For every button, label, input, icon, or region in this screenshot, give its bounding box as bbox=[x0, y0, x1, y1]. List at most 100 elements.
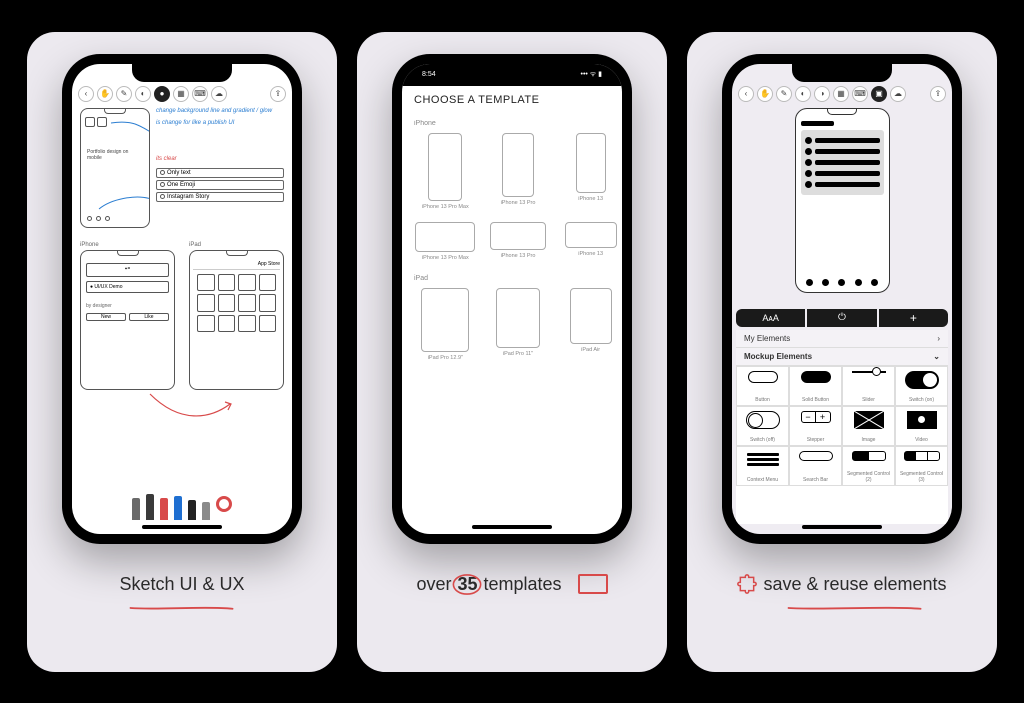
title-row: ● UI/UX Demo bbox=[86, 281, 169, 293]
elements-tool-selected[interactable]: ▣ bbox=[871, 86, 887, 102]
handwritten-note: its clear bbox=[156, 156, 284, 162]
color-picker[interactable] bbox=[216, 496, 232, 512]
device-label: iPad bbox=[189, 242, 284, 248]
tab-text[interactable]: AᴀA bbox=[736, 309, 805, 327]
pen-tool[interactable]: ✎ bbox=[116, 86, 132, 102]
element-switch-off[interactable]: Switch (off) bbox=[736, 406, 789, 446]
home-indicator bbox=[802, 525, 882, 529]
element-solid-button[interactable]: Solid Button bbox=[789, 366, 842, 406]
share-icon bbox=[105, 216, 110, 221]
app-header: App Store bbox=[193, 261, 280, 270]
pen-tool-black[interactable] bbox=[188, 500, 196, 520]
share-button[interactable]: ⇪ bbox=[930, 86, 946, 102]
card-title: Portfolio design on mobile bbox=[87, 149, 143, 161]
template-item[interactable]: iPhone 13 bbox=[559, 133, 622, 210]
element-button[interactable]: Button bbox=[736, 366, 789, 406]
element-segmented-3[interactable]: Segmented Control (3) bbox=[895, 446, 948, 486]
pen-tool-blue[interactable] bbox=[174, 496, 182, 520]
template-item[interactable]: iPhone 13 bbox=[559, 222, 622, 261]
phone-screen: ‹ ✋ ✎ ◐ ◑ ▦ ⌨ ▣ ☁ ⇪ bbox=[732, 64, 952, 534]
app-icon-grid bbox=[193, 270, 280, 337]
cloud-tool[interactable]: ☁ bbox=[890, 86, 906, 102]
page-title: CHOOSE A TEMPLATE bbox=[414, 94, 539, 106]
text-tool[interactable]: ⌨ bbox=[852, 86, 868, 102]
editor-toolbar: ‹ ✋ ✎ ◐ ◑ ▦ ⌨ ▣ ☁ ⇪ bbox=[738, 84, 946, 104]
element-segmented-2[interactable]: Segmented Control (2) bbox=[842, 446, 895, 486]
template-item[interactable]: iPhone 13 Pro Max bbox=[414, 133, 477, 210]
caption-text: Sketch UI & UX bbox=[119, 574, 244, 595]
grid-tool[interactable]: ▦ bbox=[173, 86, 189, 102]
by-line: by designer bbox=[86, 303, 169, 309]
template-item[interactable]: iPad Pro 12.9" bbox=[414, 288, 477, 361]
element-image[interactable]: Image bbox=[842, 406, 895, 446]
element-switch-on[interactable]: Switch (on) bbox=[895, 366, 948, 406]
pen-tray[interactable] bbox=[80, 488, 284, 520]
mockup-preview bbox=[795, 108, 890, 293]
template-item[interactable]: iPhone 13 Pro bbox=[487, 133, 550, 210]
element-context-menu[interactable]: Context Menu bbox=[736, 446, 789, 486]
canvas-preview[interactable] bbox=[742, 108, 942, 303]
chevron-down-icon: ⌄ bbox=[933, 352, 940, 361]
avatar-icon bbox=[97, 117, 107, 127]
shape-tool[interactable]: ◐ bbox=[795, 86, 811, 102]
eraser-tool[interactable] bbox=[202, 502, 210, 520]
phone-screen: 8:54 ••• ᯤ ▮ CHOOSE A TEMPLATE iPhone iP… bbox=[402, 64, 622, 534]
home-indicator bbox=[142, 525, 222, 529]
shape-tool[interactable]: ◐ bbox=[135, 86, 151, 102]
red-underline bbox=[763, 595, 946, 601]
tab-add[interactable]: + bbox=[879, 309, 948, 327]
list-item: One Emoji bbox=[156, 180, 284, 190]
red-arrow bbox=[80, 384, 284, 444]
text-tool[interactable]: ⌨ bbox=[192, 86, 208, 102]
panel-my-elements[interactable]: My Elements› bbox=[736, 330, 948, 348]
grid-tool[interactable]: ▦ bbox=[833, 86, 849, 102]
phone-frame: ‹ ✋ ✎ ◐ ● ▦ ⌨ ☁ ⇪ Portfolio desi bbox=[62, 54, 302, 544]
pen-tool-gray[interactable] bbox=[132, 498, 140, 520]
list-item: Only text bbox=[156, 168, 284, 178]
hand-tool[interactable]: ✋ bbox=[757, 86, 773, 102]
sketch-canvas[interactable]: Portfolio design on mobile change backg bbox=[80, 108, 284, 484]
phone-frame: 8:54 ••• ᯤ ▮ CHOOSE A TEMPLATE iPhone iP… bbox=[392, 54, 632, 544]
element-stepper[interactable]: −+Stepper bbox=[789, 406, 842, 446]
template-item[interactable]: iPhone 13 Pro Max bbox=[414, 222, 477, 261]
panel-mockup-elements[interactable]: Mockup Elements⌄ bbox=[736, 348, 948, 366]
chevron-right-icon: › bbox=[937, 334, 940, 343]
quote-block: ❝❞ bbox=[86, 263, 169, 277]
tab-export[interactable]: ⏻ bbox=[807, 309, 876, 327]
red-square-annotation bbox=[578, 574, 608, 594]
showcase-card-3: ‹ ✋ ✎ ◐ ◑ ▦ ⌨ ▣ ☁ ⇪ bbox=[687, 32, 997, 672]
menu-icon bbox=[85, 117, 95, 127]
contrast-tool[interactable]: ◑ bbox=[814, 86, 830, 102]
back-button[interactable]: ‹ bbox=[738, 86, 754, 102]
circled-number: 35 bbox=[457, 574, 477, 595]
notch bbox=[132, 64, 232, 82]
element-slider[interactable]: Slider bbox=[842, 366, 895, 406]
panel-tabs: AᴀA ⏻ + bbox=[736, 309, 948, 327]
notch bbox=[462, 64, 562, 82]
selected-tool[interactable]: ● bbox=[154, 86, 170, 102]
element-search-bar[interactable]: Search Bar bbox=[789, 446, 842, 486]
red-underline bbox=[119, 595, 244, 601]
cloud-tool[interactable]: ☁ bbox=[211, 86, 227, 102]
pen-tool[interactable]: ✎ bbox=[776, 86, 792, 102]
template-item[interactable]: iPad Air bbox=[559, 288, 622, 361]
list-item: Instagram Story bbox=[156, 192, 284, 202]
home-indicator bbox=[472, 525, 552, 529]
pen-tool-dark[interactable] bbox=[146, 494, 154, 520]
back-button[interactable]: ‹ bbox=[78, 86, 94, 102]
hand-tool[interactable]: ✋ bbox=[97, 86, 113, 102]
element-video[interactable]: Video bbox=[895, 406, 948, 446]
section-label-iphone: iPhone bbox=[414, 120, 622, 127]
template-item[interactable]: iPad Pro 11" bbox=[487, 288, 550, 361]
pen-tool-red[interactable] bbox=[160, 498, 168, 520]
handwritten-note: is change for like a publish UI bbox=[156, 120, 284, 126]
share-button[interactable]: ⇪ bbox=[270, 86, 286, 102]
caption-text: over 35 templates bbox=[416, 574, 607, 595]
showcase-card-1: ‹ ✋ ✎ ◐ ● ▦ ⌨ ☁ ⇪ Portfolio desi bbox=[27, 32, 337, 672]
like-button: Like bbox=[129, 313, 169, 321]
handwritten-note: change background line and gradient / gl… bbox=[156, 108, 284, 114]
template-item[interactable]: iPhone 13 Pro bbox=[487, 222, 550, 261]
status-icons: ••• ᯤ ▮ bbox=[581, 70, 603, 79]
chat-icon bbox=[96, 216, 101, 221]
section-label-ipad: iPad bbox=[414, 275, 622, 282]
